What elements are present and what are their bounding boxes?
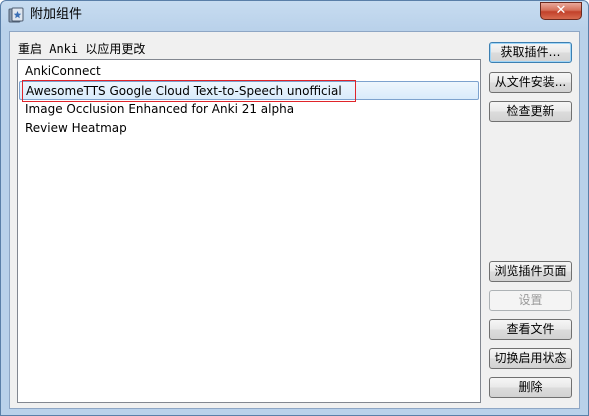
addon-list[interactable]: AnkiConnect AwesomeTTS Google Cloud Text… [17, 59, 481, 403]
list-item[interactable]: AnkiConnect [19, 62, 479, 81]
delete-button[interactable]: 删除 [489, 377, 572, 398]
close-icon: ✕ [555, 3, 567, 18]
list-item[interactable]: Image Occlusion Enhanced for Anki 21 alp… [19, 100, 479, 119]
list-item-selected[interactable]: AwesomeTTS Google Cloud Text-to-Speech u… [19, 81, 479, 100]
title-bar[interactable]: 附加组件 ✕ [1, 1, 588, 29]
check-updates-button[interactable]: 检查更新 [489, 101, 572, 122]
browse-addon-page-button[interactable]: 浏览插件页面 [489, 261, 572, 282]
view-files-button[interactable]: 查看文件 [489, 319, 572, 340]
install-from-file-button[interactable]: 从文件安装... [489, 72, 572, 93]
close-button[interactable]: ✕ [540, 2, 582, 20]
get-addons-button[interactable]: 获取插件… [489, 42, 572, 63]
restart-hint: 重启 Anki 以应用更改 [18, 42, 146, 56]
window-title: 附加组件 [30, 7, 83, 22]
dialog-body: 重启 Anki 以应用更改 AnkiConnect AwesomeTTS Goo… [9, 31, 580, 409]
config-button[interactable]: 设置 [489, 290, 572, 311]
anki-app-icon [8, 7, 24, 23]
toggle-enabled-button[interactable]: 切换启用状态 [489, 348, 572, 369]
list-item[interactable]: Review Heatmap [19, 119, 479, 138]
addons-dialog: 附加组件 ✕ 重启 Anki 以应用更改 AnkiConnect Awesome… [0, 0, 589, 416]
